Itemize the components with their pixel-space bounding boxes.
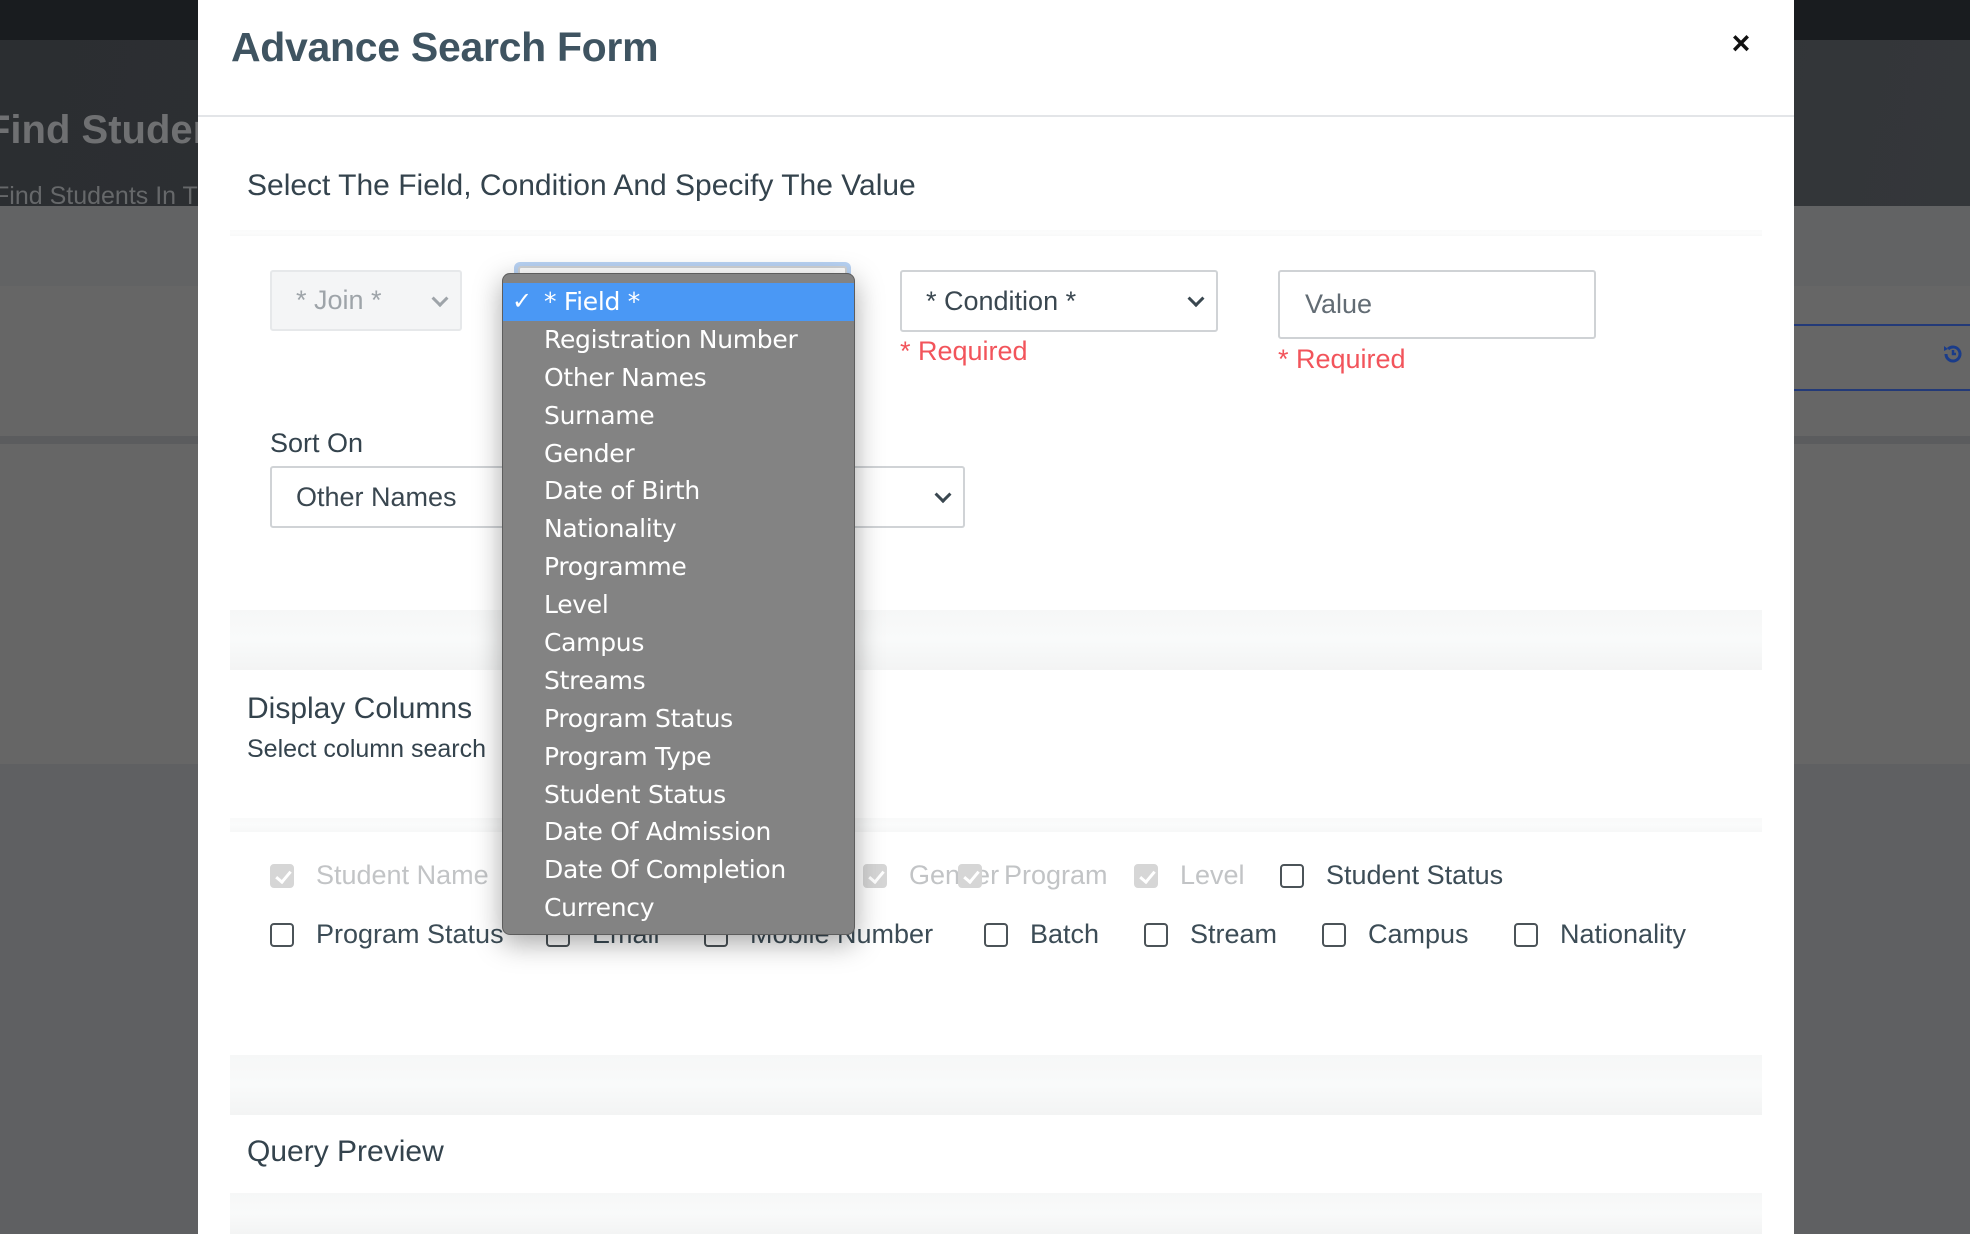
field-option-label: * Field *	[544, 287, 640, 316]
close-icon: ×	[1731, 25, 1751, 61]
advance-search-modal: Advance Search Form × Select The Field, …	[198, 0, 1794, 1234]
checkbox-icon	[984, 922, 1008, 947]
checkbox-icon	[1134, 863, 1158, 888]
field-option[interactable]: ✓ * Field *	[503, 283, 854, 321]
field-option[interactable]: Surname	[503, 397, 854, 435]
history-icon	[1942, 343, 1964, 365]
field-option-label: Campus	[544, 628, 645, 658]
field-option-label: Registration Number	[544, 324, 798, 354]
criteria-section-title: Select The Field, Condition And Specify …	[247, 169, 916, 202]
field-option-label: Other Names	[544, 362, 707, 392]
field-option-label: Currency	[544, 893, 655, 923]
field-option[interactable]: Currency	[503, 889, 854, 927]
sort-on-select-value: Other Names	[296, 481, 457, 512]
chevron-down-icon	[431, 289, 449, 307]
card-divider	[230, 1193, 1762, 1234]
field-option-label: Level	[544, 590, 609, 620]
checkbox-icon	[1280, 863, 1304, 888]
field-option-label: Programme	[544, 552, 687, 582]
field-option[interactable]: Student Status	[503, 776, 854, 814]
column-checkbox-nationality[interactable]: Nationality	[1514, 919, 1686, 950]
field-option[interactable]: Date Of Completion	[503, 851, 854, 889]
field-option-label: Surname	[544, 400, 655, 430]
field-option[interactable]: Level	[503, 586, 854, 624]
field-option-label: Streams	[544, 665, 646, 695]
field-option[interactable]: Registration Number	[503, 321, 854, 359]
value-input[interactable]	[1278, 270, 1596, 339]
field-option-label: Program Type	[544, 741, 712, 771]
checkbox-icon	[270, 863, 294, 888]
field-option[interactable]: Date of Birth	[503, 472, 854, 510]
field-option-label: Date of Birth	[544, 476, 700, 506]
checkbox-icon	[1514, 922, 1538, 947]
field-option[interactable]: Gender	[503, 435, 854, 473]
field-option[interactable]: Date Of Admission	[503, 813, 854, 851]
background-divider	[1794, 324, 1970, 326]
condition-required-error: * Required	[900, 336, 1028, 366]
card-divider	[230, 818, 1762, 832]
value-required-error: * Required	[1278, 344, 1406, 374]
query-preview-card: Query Preview	[230, 1115, 1762, 1193]
query-preview-title: Query Preview	[247, 1135, 444, 1168]
checkbox-icon	[1144, 922, 1168, 947]
checkbox-icon	[958, 863, 982, 888]
column-checkbox-program-status[interactable]: Program Status	[270, 919, 504, 950]
field-option[interactable]: Program Status	[503, 700, 854, 738]
column-checkbox-student-name[interactable]: Student Name	[270, 860, 489, 891]
display-columns-subtitle: Select column search	[247, 735, 487, 763]
close-button[interactable]: ×	[1726, 26, 1756, 60]
column-checkbox-batch[interactable]: Batch	[984, 919, 1099, 950]
checkmark-icon: ✓	[512, 287, 532, 315]
display-columns-card: Display Columns Select column search	[230, 670, 1762, 818]
field-option-label: Program Status	[544, 703, 733, 733]
field-option-label: Date Of Completion	[544, 855, 786, 885]
field-option-label: Date Of Admission	[544, 817, 771, 847]
field-option[interactable]: Programme	[503, 548, 854, 586]
column-checkbox-campus[interactable]: Campus	[1322, 919, 1469, 950]
condition-select[interactable]: * Condition *	[900, 270, 1218, 332]
field-option[interactable]: Other Names	[503, 359, 854, 397]
field-option-label: Gender	[544, 438, 635, 468]
column-checkbox-program[interactable]: Program	[958, 860, 1108, 891]
chevron-down-icon	[934, 486, 952, 504]
field-option[interactable]: Program Type	[503, 738, 854, 776]
display-columns-title: Display Columns	[247, 692, 473, 725]
join-select[interactable]: * Join *	[270, 270, 462, 331]
modal-title: Advance Search Form	[231, 24, 659, 70]
field-option-label: Student Status	[544, 779, 726, 809]
chevron-down-icon	[1187, 290, 1205, 308]
card-divider	[230, 610, 1762, 670]
field-option-label: Nationality	[544, 514, 677, 544]
card-divider	[230, 230, 1762, 236]
field-option[interactable]: Campus	[503, 624, 854, 662]
background-divider	[1794, 389, 1970, 391]
modal-header: Advance Search Form ×	[198, 0, 1794, 117]
condition-select-value: * Condition *	[926, 285, 1077, 316]
checkbox-icon	[1322, 922, 1346, 947]
checkbox-icon	[270, 922, 294, 947]
field-option[interactable]: Streams	[503, 662, 854, 700]
field-select-dropdown[interactable]: ✓ * Field * Registration Number Other Names…	[502, 273, 855, 935]
column-checkbox-stream[interactable]: Stream	[1144, 919, 1277, 950]
column-checkbox-student-status[interactable]: Student Status	[1280, 860, 1503, 891]
sort-on-label: Sort On	[270, 428, 364, 458]
join-select-value: * Join *	[296, 285, 382, 315]
criteria-card-header: Select The Field, Condition And Specify …	[230, 150, 1762, 230]
field-option[interactable]: Nationality	[503, 510, 854, 548]
column-checkbox-level[interactable]: Level	[1134, 860, 1245, 891]
card-divider	[230, 1055, 1762, 1115]
checkbox-icon	[863, 863, 887, 888]
